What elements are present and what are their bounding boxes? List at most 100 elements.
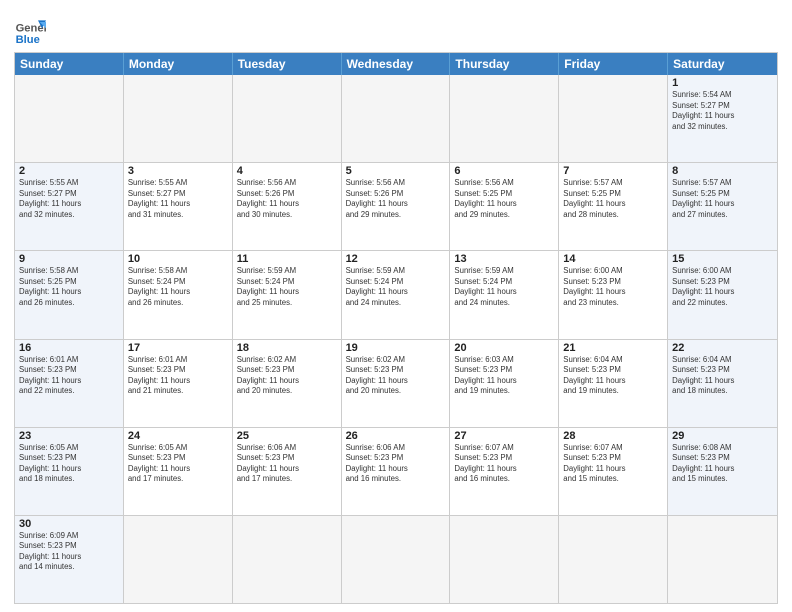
empty-cell-5-2 bbox=[233, 516, 342, 603]
day-number: 26 bbox=[346, 430, 446, 442]
empty-cell-0-2 bbox=[233, 75, 342, 162]
day-info: Sunrise: 6:05 AM Sunset: 5:23 PM Dayligh… bbox=[19, 443, 119, 485]
day-cell-12: 12Sunrise: 5:59 AM Sunset: 5:24 PM Dayli… bbox=[342, 251, 451, 338]
day-number: 11 bbox=[237, 253, 337, 265]
day-cell-9: 9Sunrise: 5:58 AM Sunset: 5:25 PM Daylig… bbox=[15, 251, 124, 338]
day-info: Sunrise: 6:01 AM Sunset: 5:23 PM Dayligh… bbox=[128, 355, 228, 397]
day-info: Sunrise: 5:59 AM Sunset: 5:24 PM Dayligh… bbox=[346, 266, 446, 308]
day-cell-27: 27Sunrise: 6:07 AM Sunset: 5:23 PM Dayli… bbox=[450, 428, 559, 515]
day-number: 3 bbox=[128, 165, 228, 177]
day-cell-20: 20Sunrise: 6:03 AM Sunset: 5:23 PM Dayli… bbox=[450, 340, 559, 427]
day-number: 6 bbox=[454, 165, 554, 177]
day-cell-21: 21Sunrise: 6:04 AM Sunset: 5:23 PM Dayli… bbox=[559, 340, 668, 427]
day-cell-6: 6Sunrise: 5:56 AM Sunset: 5:25 PM Daylig… bbox=[450, 163, 559, 250]
day-cell-3: 3Sunrise: 5:55 AM Sunset: 5:27 PM Daylig… bbox=[124, 163, 233, 250]
day-cell-17: 17Sunrise: 6:01 AM Sunset: 5:23 PM Dayli… bbox=[124, 340, 233, 427]
day-cell-16: 16Sunrise: 6:01 AM Sunset: 5:23 PM Dayli… bbox=[15, 340, 124, 427]
empty-cell-0-5 bbox=[559, 75, 668, 162]
day-info: Sunrise: 6:04 AM Sunset: 5:23 PM Dayligh… bbox=[563, 355, 663, 397]
day-info: Sunrise: 5:56 AM Sunset: 5:26 PM Dayligh… bbox=[346, 178, 446, 220]
day-number: 22 bbox=[672, 342, 773, 354]
day-number: 28 bbox=[563, 430, 663, 442]
logo-icon: General Blue bbox=[14, 14, 46, 46]
day-info: Sunrise: 6:02 AM Sunset: 5:23 PM Dayligh… bbox=[346, 355, 446, 397]
day-info: Sunrise: 5:58 AM Sunset: 5:25 PM Dayligh… bbox=[19, 266, 119, 308]
day-info: Sunrise: 5:56 AM Sunset: 5:26 PM Dayligh… bbox=[237, 178, 337, 220]
day-info: Sunrise: 5:57 AM Sunset: 5:25 PM Dayligh… bbox=[563, 178, 663, 220]
day-cell-23: 23Sunrise: 6:05 AM Sunset: 5:23 PM Dayli… bbox=[15, 428, 124, 515]
day-cell-19: 19Sunrise: 6:02 AM Sunset: 5:23 PM Dayli… bbox=[342, 340, 451, 427]
day-info: Sunrise: 6:05 AM Sunset: 5:23 PM Dayligh… bbox=[128, 443, 228, 485]
calendar-row-2: 9Sunrise: 5:58 AM Sunset: 5:25 PM Daylig… bbox=[15, 251, 777, 339]
day-number: 9 bbox=[19, 253, 119, 265]
logo: General Blue bbox=[14, 14, 46, 46]
day-number: 1 bbox=[672, 77, 773, 89]
header-day-thursday: Thursday bbox=[450, 53, 559, 75]
day-info: Sunrise: 6:00 AM Sunset: 5:23 PM Dayligh… bbox=[563, 266, 663, 308]
page: General Blue SundayMondayTuesdayWednesda… bbox=[0, 0, 792, 612]
day-number: 27 bbox=[454, 430, 554, 442]
day-info: Sunrise: 5:54 AM Sunset: 5:27 PM Dayligh… bbox=[672, 90, 773, 132]
day-info: Sunrise: 6:02 AM Sunset: 5:23 PM Dayligh… bbox=[237, 355, 337, 397]
day-number: 13 bbox=[454, 253, 554, 265]
day-number: 20 bbox=[454, 342, 554, 354]
day-info: Sunrise: 5:59 AM Sunset: 5:24 PM Dayligh… bbox=[237, 266, 337, 308]
day-number: 24 bbox=[128, 430, 228, 442]
day-info: Sunrise: 6:06 AM Sunset: 5:23 PM Dayligh… bbox=[346, 443, 446, 485]
header-day-tuesday: Tuesday bbox=[233, 53, 342, 75]
day-info: Sunrise: 6:04 AM Sunset: 5:23 PM Dayligh… bbox=[672, 355, 773, 397]
day-number: 14 bbox=[563, 253, 663, 265]
header-day-friday: Friday bbox=[559, 53, 668, 75]
calendar-row-0: 1Sunrise: 5:54 AM Sunset: 5:27 PM Daylig… bbox=[15, 75, 777, 163]
empty-cell-5-5 bbox=[559, 516, 668, 603]
day-number: 7 bbox=[563, 165, 663, 177]
empty-cell-0-1 bbox=[124, 75, 233, 162]
day-number: 12 bbox=[346, 253, 446, 265]
calendar-row-1: 2Sunrise: 5:55 AM Sunset: 5:27 PM Daylig… bbox=[15, 163, 777, 251]
calendar-row-5: 30Sunrise: 6:09 AM Sunset: 5:23 PM Dayli… bbox=[15, 516, 777, 603]
day-cell-7: 7Sunrise: 5:57 AM Sunset: 5:25 PM Daylig… bbox=[559, 163, 668, 250]
day-info: Sunrise: 6:06 AM Sunset: 5:23 PM Dayligh… bbox=[237, 443, 337, 485]
day-cell-30: 30Sunrise: 6:09 AM Sunset: 5:23 PM Dayli… bbox=[15, 516, 124, 603]
day-number: 4 bbox=[237, 165, 337, 177]
day-info: Sunrise: 5:58 AM Sunset: 5:24 PM Dayligh… bbox=[128, 266, 228, 308]
header-day-saturday: Saturday bbox=[668, 53, 777, 75]
day-cell-1: 1Sunrise: 5:54 AM Sunset: 5:27 PM Daylig… bbox=[668, 75, 777, 162]
empty-cell-0-4 bbox=[450, 75, 559, 162]
day-number: 19 bbox=[346, 342, 446, 354]
day-info: Sunrise: 6:00 AM Sunset: 5:23 PM Dayligh… bbox=[672, 266, 773, 308]
day-cell-22: 22Sunrise: 6:04 AM Sunset: 5:23 PM Dayli… bbox=[668, 340, 777, 427]
header-day-monday: Monday bbox=[124, 53, 233, 75]
calendar-row-3: 16 Sunrise: 6:01 AM Sunset: 5:23 PM Dayli… bbox=[15, 340, 777, 428]
day-cell-10: 10Sunrise: 5:58 AM Sunset: 5:24 PM Dayli… bbox=[124, 251, 233, 338]
calendar: SundayMondayTuesdayWednesdayThursdayFrid… bbox=[14, 52, 778, 604]
day-number: 8 bbox=[672, 165, 773, 177]
empty-cell-0-3 bbox=[342, 75, 451, 162]
day-number: 29 bbox=[672, 430, 773, 442]
day-info: Sunrise: 6:03 AM Sunset: 5:23 PM Dayligh… bbox=[454, 355, 554, 397]
day-cell-29: 29Sunrise: 6:08 AM Sunset: 5:23 PM Dayli… bbox=[668, 428, 777, 515]
calendar-row-4: 23Sunrise: 6:05 AM Sunset: 5:23 PM Dayli… bbox=[15, 428, 777, 516]
header-day-wednesday: Wednesday bbox=[342, 53, 451, 75]
day-cell-26: 26Sunrise: 6:06 AM Sunset: 5:23 PM Dayli… bbox=[342, 428, 451, 515]
day-number: 5 bbox=[346, 165, 446, 177]
day-number: 23 bbox=[19, 430, 119, 442]
day-number: 25 bbox=[237, 430, 337, 442]
day-number: 18 bbox=[237, 342, 337, 354]
day-cell-18: 18Sunrise: 6:02 AM Sunset: 5:23 PM Dayli… bbox=[233, 340, 342, 427]
empty-cell-5-1 bbox=[124, 516, 233, 603]
day-number: 10 bbox=[128, 253, 228, 265]
day-info: Sunrise: 6:07 AM Sunset: 5:23 PM Dayligh… bbox=[454, 443, 554, 485]
day-info: Sunrise: 6:08 AM Sunset: 5:23 PM Dayligh… bbox=[672, 443, 773, 485]
day-cell-24: 24Sunrise: 6:05 AM Sunset: 5:23 PM Dayli… bbox=[124, 428, 233, 515]
day-cell-8: 8Sunrise: 5:57 AM Sunset: 5:25 PM Daylig… bbox=[668, 163, 777, 250]
day-number: 2 bbox=[19, 165, 119, 177]
day-info: Sunrise: 5:57 AM Sunset: 5:25 PM Dayligh… bbox=[672, 178, 773, 220]
empty-cell-5-6 bbox=[668, 516, 777, 603]
day-info: Sunrise: 5:59 AM Sunset: 5:24 PM Dayligh… bbox=[454, 266, 554, 308]
day-number: 17 bbox=[128, 342, 228, 354]
day-cell-13: 13Sunrise: 5:59 AM Sunset: 5:24 PM Dayli… bbox=[450, 251, 559, 338]
empty-cell-0-0 bbox=[15, 75, 124, 162]
day-number: 16 bbox=[19, 342, 119, 354]
day-number: 21 bbox=[563, 342, 663, 354]
